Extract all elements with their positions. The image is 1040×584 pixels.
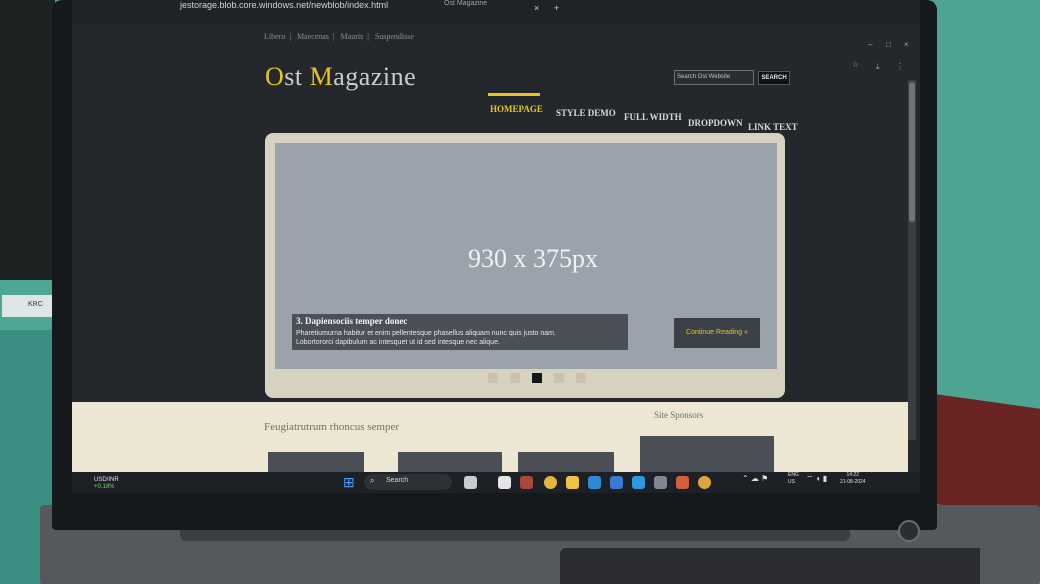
system-tray[interactable]: ⌃ ☁ ⚑: [742, 474, 768, 483]
slider-dot[interactable]: [510, 373, 520, 383]
menu-dropdown[interactable]: DROPDOWN: [688, 118, 743, 128]
chrome-icon[interactable]: [544, 476, 557, 489]
top-links: Libero | Maecenas | Mauris | Suspendisse: [264, 32, 414, 41]
clock[interactable]: 14:22 21-08-2024: [840, 472, 866, 486]
network-volume-icons[interactable]: ⌔ ◖ ▮: [806, 474, 827, 484]
article-thumb[interactable]: [268, 452, 364, 472]
top-link[interactable]: Suspendisse: [375, 32, 414, 41]
top-link[interactable]: Maecenas: [297, 32, 329, 41]
search-icon: ⌕: [370, 476, 375, 485]
menu-style-demo[interactable]: STYLE DEMO: [556, 108, 616, 118]
vscode-icon[interactable]: [632, 476, 645, 489]
article-thumb[interactable]: [398, 452, 502, 472]
star-icon[interactable]: ☆: [852, 60, 859, 69]
article-thumb[interactable]: [518, 452, 614, 472]
menu-icon[interactable]: ⋮: [896, 62, 904, 71]
menu-full-width[interactable]: FULL WIDTH: [624, 112, 682, 122]
keyboard: [560, 548, 980, 584]
chrome-icon[interactable]: [698, 476, 711, 489]
file-explorer-icon[interactable]: [566, 476, 579, 489]
slide-placeholder-text: 930 x 375px: [468, 244, 598, 273]
windows-start-icon[interactable]: ⊞: [343, 474, 355, 491]
search-input[interactable]: Search Ost Website: [674, 70, 754, 85]
sponsor-banner[interactable]: [640, 436, 774, 472]
monitor-label: KRC: [2, 295, 52, 317]
sponsors-title: Site Sponsors: [654, 410, 704, 420]
scrollbar-thumb[interactable]: [909, 82, 915, 222]
new-tab-icon[interactable]: +: [554, 3, 559, 13]
language-indicator[interactable]: ENG US: [788, 472, 799, 486]
site-logo[interactable]: Ost Magazine: [265, 62, 416, 92]
minimize-icon[interactable]: –: [868, 40, 872, 49]
power-button: [898, 520, 920, 542]
search-button[interactable]: SEARCH: [758, 71, 790, 85]
app-icon[interactable]: [676, 476, 689, 489]
top-link[interactable]: Libero: [264, 32, 285, 41]
task-view-icon[interactable]: [498, 476, 511, 489]
background-monitor: KRC: [0, 0, 55, 317]
widgets-icon[interactable]: [464, 476, 477, 489]
store-icon[interactable]: [610, 476, 623, 489]
section-title: Feugiatrutrum rhoncus semper: [264, 421, 400, 433]
laptop-screen: jestorage.blob.core.windows.net/newblob/…: [72, 0, 920, 493]
close-tab-icon[interactable]: ×: [534, 3, 539, 13]
close-window-icon[interactable]: ×: [904, 40, 909, 49]
slide-description: Pharetiumurna habitur et enim pellentesq…: [296, 330, 556, 346]
slider-dot[interactable]: [532, 373, 542, 383]
top-link[interactable]: Mauris: [341, 32, 364, 41]
market-widget[interactable]: USD/INR +0.18%: [94, 477, 119, 491]
slider-pagination: [488, 373, 588, 385]
download-icon[interactable]: ⤓: [876, 62, 880, 72]
browser-tab-title[interactable]: Ost Magazine: [444, 0, 487, 7]
slider-dot[interactable]: [488, 373, 498, 383]
address-bar[interactable]: jestorage.blob.core.windows.net/newblob/…: [180, 0, 388, 10]
slide-title[interactable]: 3. Dapiensociis temper donec: [296, 316, 624, 326]
app-icon[interactable]: [520, 476, 533, 489]
menu-homepage[interactable]: HOMEPAGE: [490, 104, 543, 114]
slider-dot[interactable]: [576, 373, 586, 383]
menu-link-text[interactable]: LINK TEXT: [748, 122, 798, 132]
scrollbar[interactable]: [908, 80, 916, 440]
slider-dot[interactable]: [554, 373, 564, 383]
slide-caption: 3. Dapiensociis temper donec Pharetiumur…: [292, 314, 628, 350]
maximize-icon[interactable]: □: [886, 40, 891, 49]
active-menu-indicator: [488, 93, 540, 96]
taskbar-search[interactable]: ⌕ Search: [364, 474, 452, 490]
settings-icon[interactable]: [654, 476, 667, 489]
edge-icon[interactable]: [588, 476, 601, 489]
continue-reading-button[interactable]: Continue Reading »: [674, 318, 760, 348]
